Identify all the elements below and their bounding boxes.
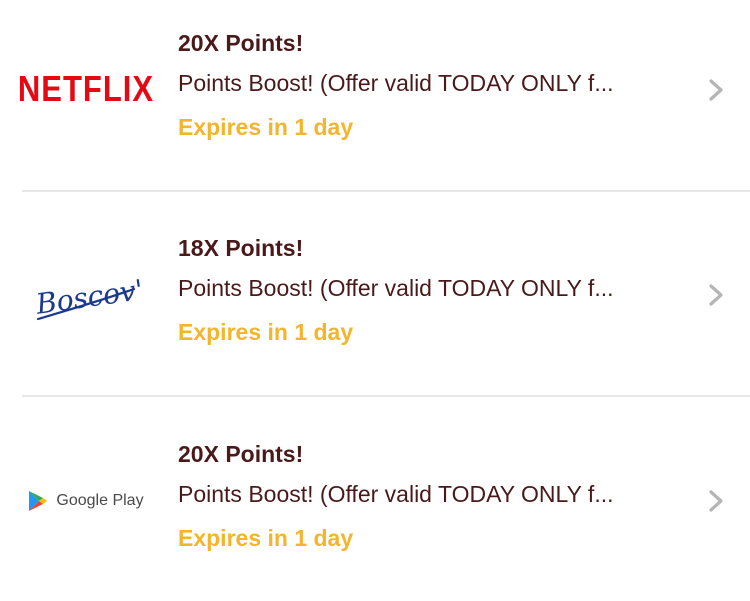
google-play-logo: Google Play (22, 483, 150, 519)
offer-expiry: Expires in 1 day (178, 114, 354, 140)
offer-title: 18X Points! (178, 235, 304, 261)
google-play-icon (29, 491, 48, 511)
offer-item[interactable]: Boscov's 18X Points! Points Boost! (Offe… (0, 205, 750, 395)
svg-text:Boscov's: Boscov's (33, 271, 142, 321)
offer-item[interactable]: Google Play 20X Points! Points Boost! (O… (0, 411, 750, 601)
divider (22, 190, 750, 192)
offer-title: 20X Points! (178, 30, 304, 56)
offer-description: Points Boost! (Offer valid TODAY ONLY f.… (178, 70, 614, 96)
boscovs-logo: Boscov's (22, 271, 150, 327)
chevron-right-icon (709, 490, 723, 512)
boscovs-logo-image: Boscov's (33, 271, 142, 321)
divider (22, 395, 750, 397)
offer-title: 20X Points! (178, 441, 304, 467)
offer-description: Points Boost! (Offer valid TODAY ONLY f.… (178, 275, 614, 301)
netflix-logo: NETFLIX (17, 67, 155, 110)
chevron-right-icon (709, 79, 723, 101)
offer-item[interactable]: NETFLIX 20X Points! Points Boost! (Offer… (0, 0, 750, 190)
offer-description: Points Boost! (Offer valid TODAY ONLY f.… (178, 481, 614, 507)
offer-expiry: Expires in 1 day (178, 525, 354, 551)
chevron-right-icon (709, 284, 723, 306)
offer-expiry: Expires in 1 day (178, 319, 354, 345)
